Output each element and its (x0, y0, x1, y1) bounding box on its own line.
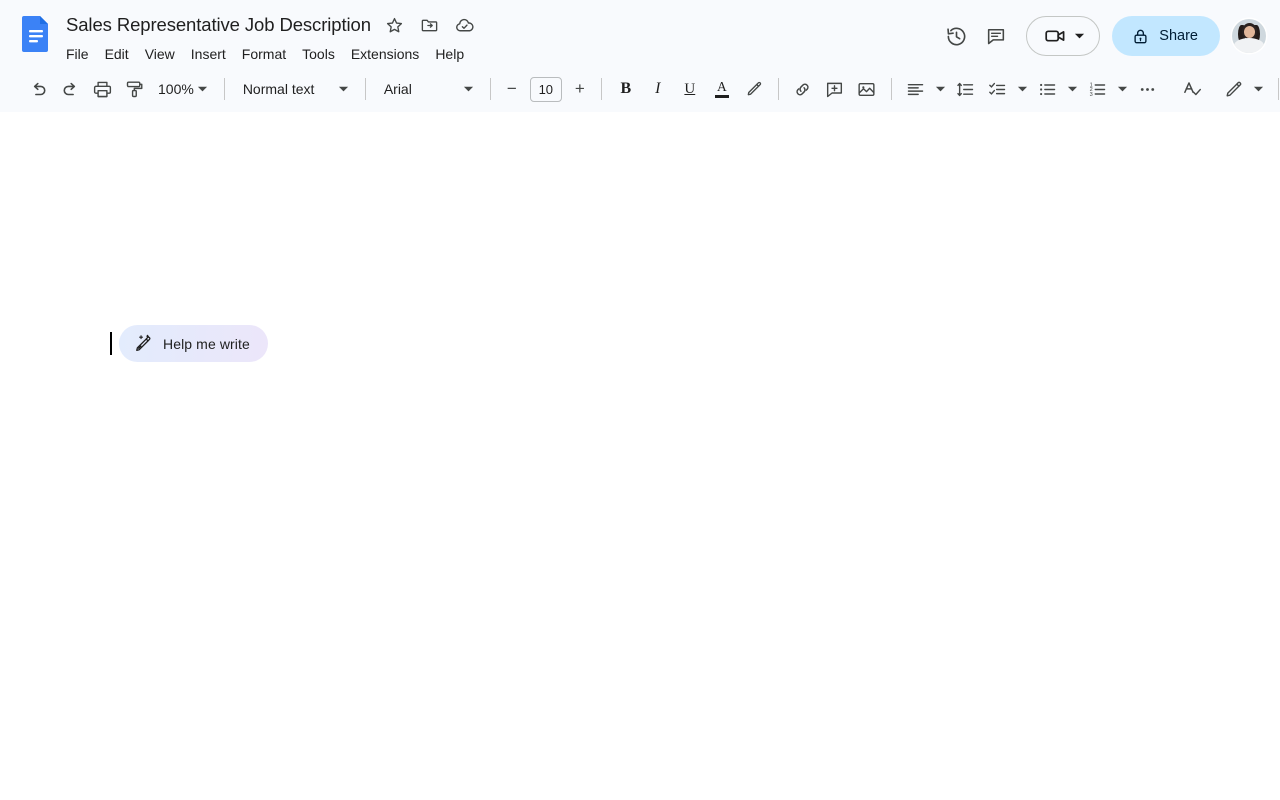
underline-button[interactable]: U (674, 73, 706, 105)
bulleted-list-dropdown-icon[interactable] (1064, 73, 1082, 105)
numbered-list-dropdown-icon[interactable] (1114, 73, 1132, 105)
paragraph-style-dropdown[interactable]: Normal text (233, 73, 357, 105)
title-row: Sales Representative Job Description (64, 10, 936, 40)
menu-item-edit[interactable]: Edit (97, 42, 137, 66)
divider (891, 78, 892, 100)
title-and-menu: Sales Representative Job Description (64, 8, 936, 67)
top-bar: Sales Representative Job Description (0, 0, 1280, 66)
font-family-dropdown[interactable]: Arial (374, 73, 482, 105)
divider (365, 78, 366, 100)
document-canvas[interactable]: Help me write (0, 112, 1280, 800)
text-color-letter: A (717, 80, 727, 94)
more-options-icon[interactable] (1132, 73, 1164, 105)
history-icon[interactable] (936, 16, 976, 56)
undo-icon[interactable] (22, 73, 54, 105)
page-title[interactable]: Sales Representative Job Description (64, 13, 373, 37)
image-icon[interactable] (851, 73, 883, 105)
chevron-down-icon (335, 73, 353, 105)
divider (778, 78, 779, 100)
document-page[interactable]: Help me write (0, 112, 1280, 800)
align-left-icon[interactable] (900, 73, 932, 105)
divider (490, 78, 491, 100)
increase-font-size-button[interactable]: + (567, 76, 593, 102)
italic-button[interactable]: I (642, 73, 674, 105)
svg-text:3: 3 (1090, 91, 1093, 97)
text-color-button[interactable]: A (706, 73, 738, 105)
editing-mode-dropdown-icon[interactable] (1250, 73, 1268, 105)
chevron-down-icon (460, 73, 478, 105)
formatting-toolbar: 100% Normal text Arial − (0, 66, 1280, 112)
add-comment-icon[interactable] (819, 73, 851, 105)
pen-edit-icon[interactable] (1218, 73, 1250, 105)
menu-item-help[interactable]: Help (427, 42, 472, 66)
print-icon[interactable] (86, 73, 118, 105)
paint-format-icon[interactable] (118, 73, 150, 105)
bulleted-list-icon[interactable] (1032, 73, 1064, 105)
numbered-list-icon[interactable]: 1 2 3 (1082, 73, 1114, 105)
checklist-dropdown-icon[interactable] (1014, 73, 1032, 105)
docs-app-window: Sales Representative Job Description (0, 0, 1280, 800)
menu-item-file[interactable]: File (58, 42, 97, 66)
menu-item-view[interactable]: View (137, 42, 183, 66)
comment-icon[interactable] (976, 16, 1016, 56)
bold-button[interactable]: B (610, 73, 642, 105)
text-cursor (110, 332, 112, 355)
chevron-down-icon (194, 73, 212, 105)
share-button-label: Share (1159, 28, 1198, 44)
link-icon[interactable] (787, 73, 819, 105)
menu-item-extensions[interactable]: Extensions (343, 42, 427, 66)
zoom-control[interactable]: 100% (150, 73, 216, 105)
video-camera-icon (1043, 24, 1067, 48)
cloud-saved-icon[interactable] (452, 12, 478, 38)
menu-item-insert[interactable]: Insert (183, 42, 234, 66)
help-me-write-label: Help me write (163, 336, 250, 352)
font-family-value: Arial (384, 81, 412, 97)
menu-item-format[interactable]: Format (234, 42, 294, 66)
lock-icon (1131, 27, 1150, 46)
font-size-input[interactable]: 10 (530, 77, 562, 102)
move-to-folder-icon[interactable] (417, 12, 443, 38)
chevron-down-icon (1074, 32, 1085, 40)
text-color-swatch (715, 95, 729, 98)
divider (224, 78, 225, 100)
docs-file-icon[interactable] (18, 14, 54, 54)
spellcheck-icon[interactable] (1176, 73, 1208, 105)
checklist-icon[interactable] (982, 73, 1014, 105)
divider (601, 78, 602, 100)
account-avatar[interactable] (1232, 19, 1266, 53)
zoom-value: 100% (158, 81, 194, 97)
star-icon[interactable] (382, 12, 408, 38)
redo-icon[interactable] (54, 73, 86, 105)
menu-item-tools[interactable]: Tools (294, 42, 343, 66)
paragraph-style-value: Normal text (243, 81, 315, 97)
line-spacing-icon[interactable] (950, 73, 982, 105)
share-button[interactable]: Share (1112, 16, 1220, 56)
magic-pen-icon (133, 333, 154, 354)
decrease-font-size-button[interactable]: − (499, 76, 525, 102)
divider (1278, 78, 1279, 100)
top-bar-actions: Share (936, 16, 1266, 56)
help-me-write-button[interactable]: Help me write (119, 325, 268, 362)
highlighter-icon[interactable] (738, 73, 770, 105)
align-dropdown-icon[interactable] (932, 73, 950, 105)
meet-button[interactable] (1026, 16, 1100, 56)
menu-bar: File Edit View Insert Format Tools Exten… (58, 41, 936, 67)
